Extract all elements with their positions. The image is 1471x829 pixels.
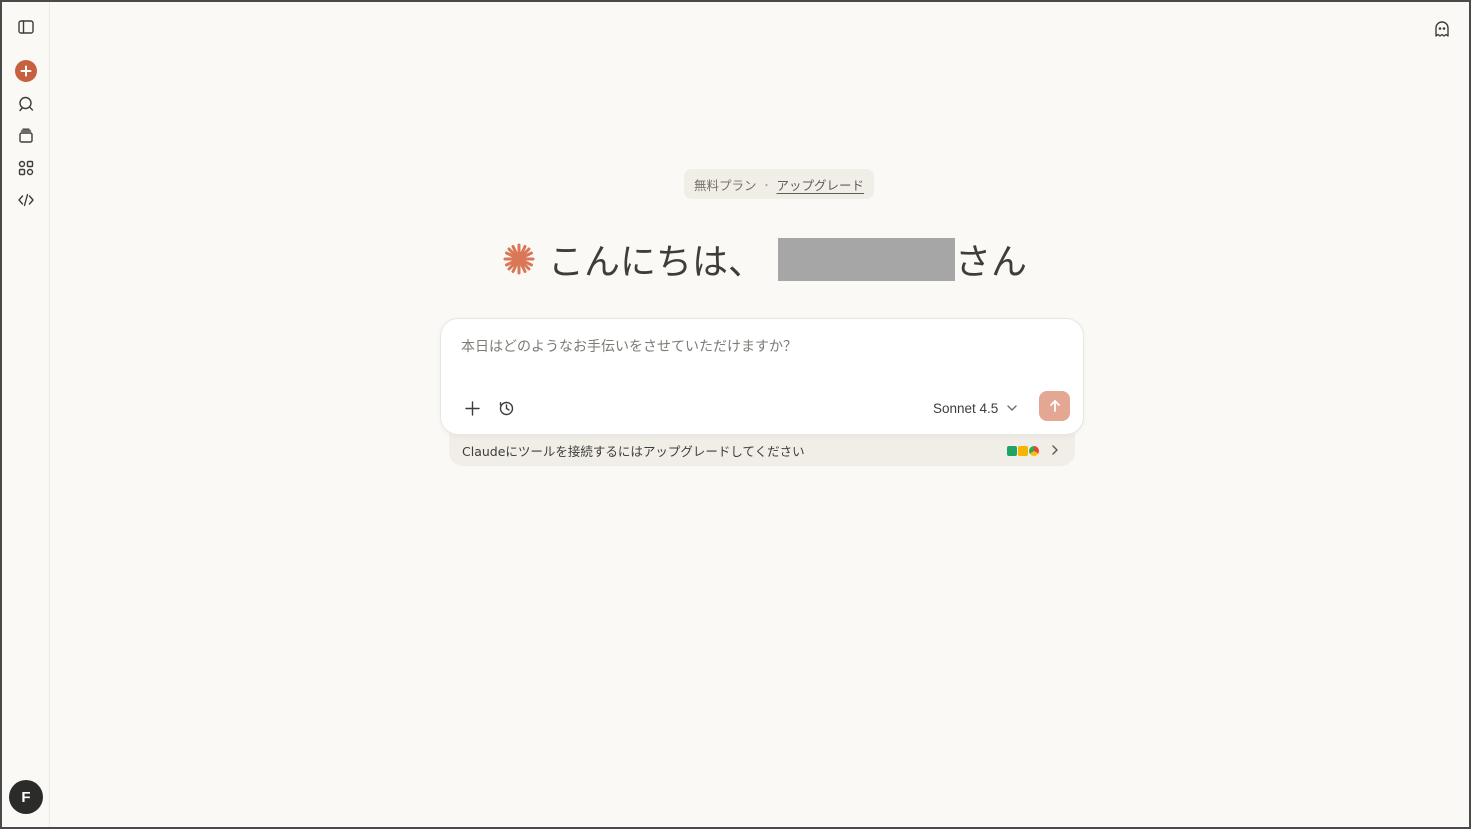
history-button[interactable]	[493, 395, 519, 421]
model-label: Sonnet 4.5	[933, 400, 999, 416]
plan-separator: ・	[761, 180, 772, 192]
redacted-username	[778, 237, 956, 281]
plan-label: 無料プラン	[694, 177, 757, 193]
ghost-icon[interactable]	[1431, 18, 1453, 40]
send-button[interactable]	[1039, 391, 1070, 421]
app-logo-icon	[1018, 445, 1028, 456]
model-selector[interactable]: Sonnet 4.5	[933, 395, 1018, 421]
chevron-right-icon	[1049, 441, 1061, 460]
chevron-down-icon	[1007, 405, 1018, 411]
artifacts-icon[interactable]	[14, 156, 38, 180]
greeting-prefix: こんにちは、	[548, 242, 765, 283]
app-window: F 無料プラン ・ アップグレード こんにちは、 さん 本日はどのようなお手伝い…	[0, 0, 1471, 829]
sidebar: F	[2, 2, 50, 827]
prompt-input[interactable]	[461, 339, 1061, 355]
sidebar-toggle-icon[interactable]	[14, 15, 38, 39]
plus-icon	[20, 65, 32, 77]
clock-icon	[499, 401, 513, 415]
new-chat-button[interactable]	[15, 60, 37, 82]
connect-tools-text: Claudeにツールを接続するにはアップグレードしてください	[462, 444, 805, 459]
plus-icon	[464, 400, 480, 416]
tool-logos	[1007, 445, 1039, 456]
upgrade-link[interactable]: アップグレード	[777, 175, 865, 194]
claude-spark-icon	[503, 243, 535, 275]
greeting-suffix: さん	[955, 242, 1028, 283]
message-composer: Sonnet 4.5	[440, 318, 1084, 435]
avatar[interactable]: F	[9, 780, 43, 814]
arrow-up-icon	[1049, 400, 1060, 412]
greeting: こんにちは、 さん	[502, 234, 1027, 284]
app-logo-icon	[1007, 445, 1017, 456]
add-attachment-button[interactable]	[459, 395, 485, 421]
code-icon[interactable]	[14, 188, 38, 212]
chats-icon[interactable]	[14, 92, 38, 116]
chrome-icon	[1029, 445, 1039, 456]
projects-icon[interactable]	[14, 124, 38, 148]
plan-badge: 無料プラン ・ アップグレード	[684, 169, 875, 199]
